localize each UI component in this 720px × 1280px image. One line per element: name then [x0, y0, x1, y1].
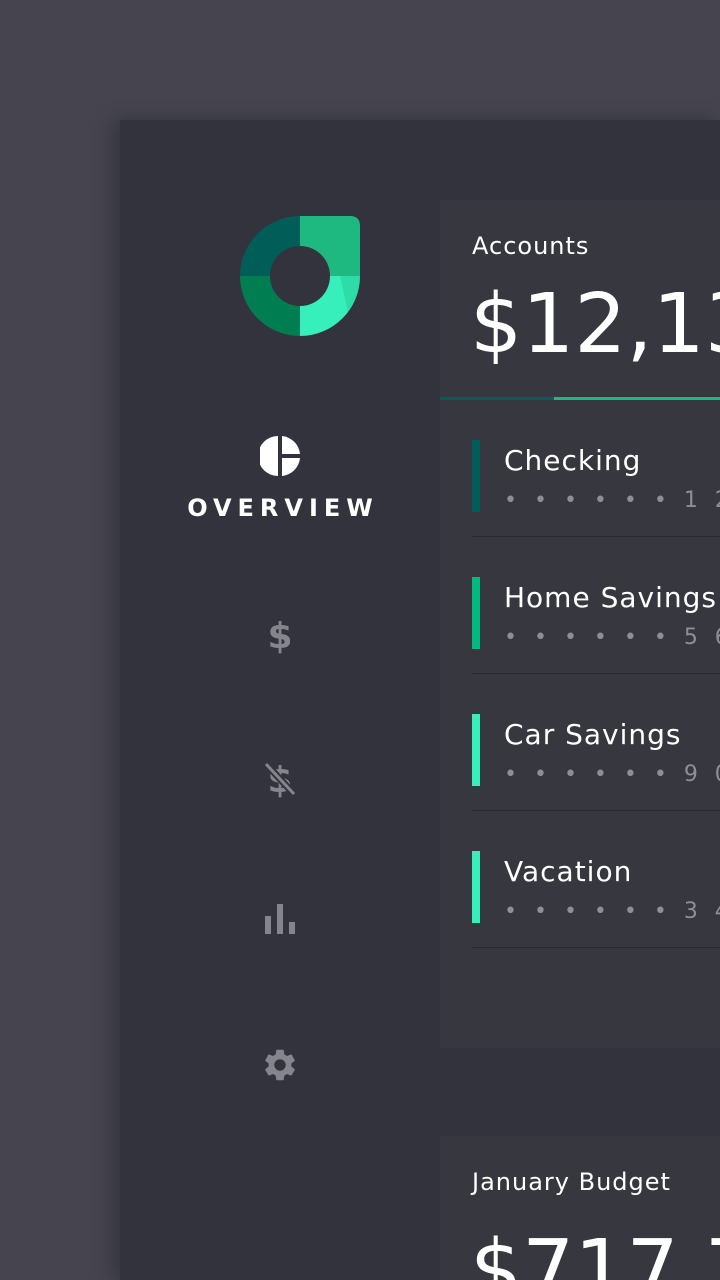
dollar-icon: $: [267, 616, 292, 654]
nav-item-budgets[interactable]: $: [120, 758, 440, 798]
account-number: • • • • • • 3 4 5 6: [504, 899, 720, 924]
account-number: • • • • • • 5 6 7 8: [504, 625, 720, 650]
navigation-rail: OVERVIEW $ $: [120, 120, 440, 1280]
account-row-car-savings[interactable]: Car Savings • • • • • • 9 0 1 2: [472, 674, 720, 811]
rally-logo: [240, 216, 360, 336]
account-number: • • • • • • 1 2 3 4: [504, 488, 720, 513]
nav-item-reports[interactable]: [120, 904, 440, 934]
app-window: OVERVIEW $ $: [120, 120, 720, 1280]
budget-title: January Budget: [472, 1168, 671, 1196]
account-row-home-savings[interactable]: Home Savings • • • • • • 5 6 7 8: [472, 537, 720, 674]
money-off-icon: $: [263, 760, 297, 798]
account-color-bar: [472, 577, 480, 649]
accounts-title: Accounts: [472, 232, 590, 260]
accounts-total: $12,13: [470, 277, 720, 372]
budget-total: $717.7: [470, 1223, 720, 1280]
account-color-bar: [472, 440, 480, 512]
gear-icon: [265, 1049, 295, 1081]
account-name: Car Savings: [504, 718, 682, 751]
account-color-bar: [472, 714, 480, 786]
account-color-bar: [472, 851, 480, 923]
nav-item-overview[interactable]: OVERVIEW: [120, 436, 440, 522]
account-number: • • • • • • 9 0 1 2: [504, 762, 720, 787]
account-row-checking[interactable]: Checking • • • • • • 1 2 3 4: [472, 400, 720, 537]
nav-item-label: OVERVIEW: [187, 494, 379, 522]
accounts-card[interactable]: Accounts $12,13 Checking • • • • • • 1 2…: [440, 200, 720, 1048]
account-name: Vacation: [504, 855, 633, 888]
svg-text:$: $: [267, 616, 292, 654]
account-row-vacation[interactable]: Vacation • • • • • • 3 4 5 6: [472, 811, 720, 948]
pie-chart-icon: [260, 436, 300, 476]
account-name: Home Savings: [504, 581, 717, 614]
nav-item-settings[interactable]: [120, 1046, 440, 1084]
bar-chart-icon: [265, 904, 295, 934]
account-list: Checking • • • • • • 1 2 3 4 Home Saving…: [472, 400, 720, 948]
budget-card[interactable]: January Budget $717.7: [440, 1136, 720, 1280]
account-name: Checking: [504, 444, 642, 477]
nav-item-bills[interactable]: $: [120, 614, 440, 654]
